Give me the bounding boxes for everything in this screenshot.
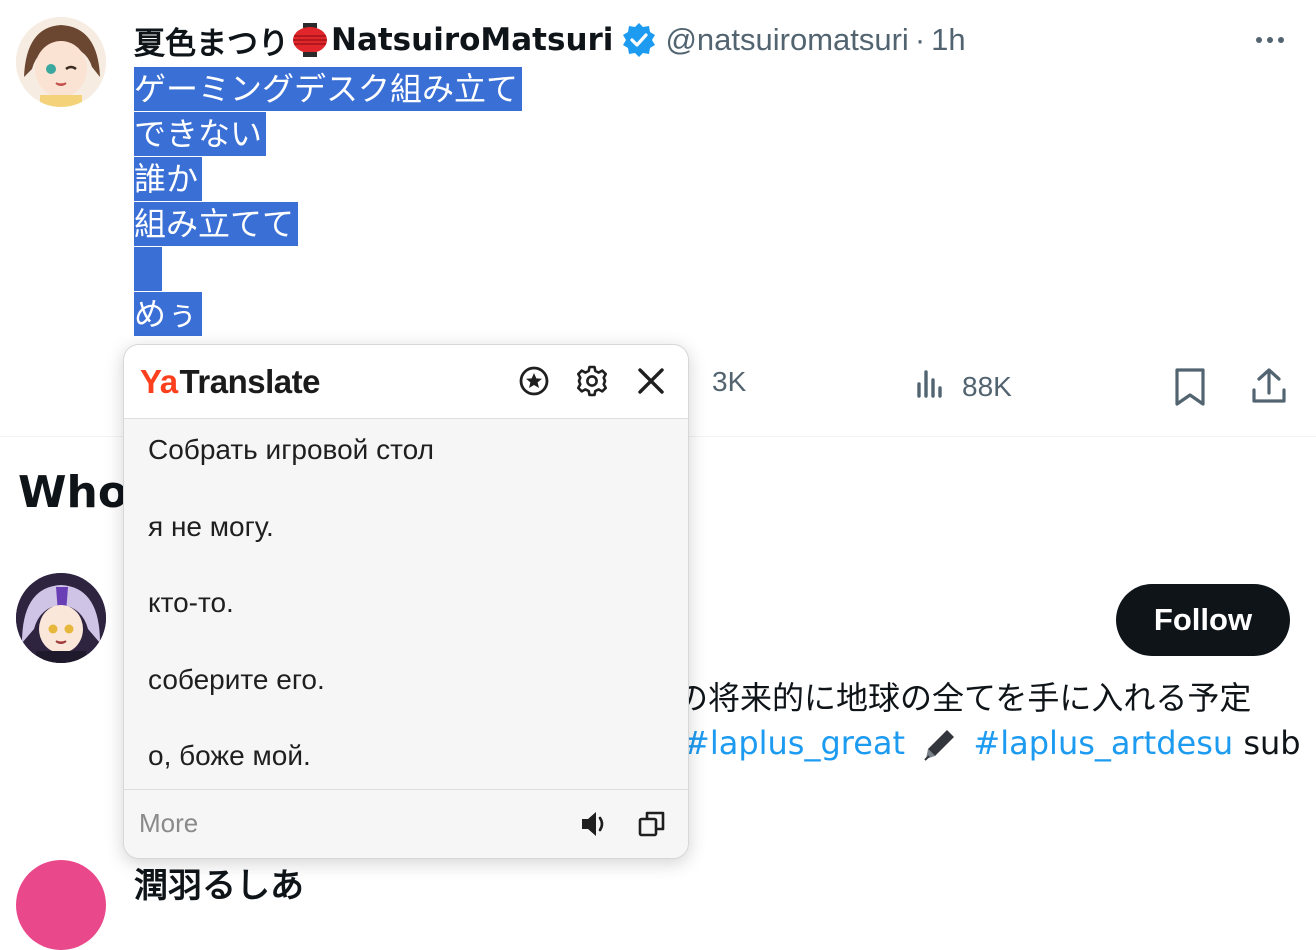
tweet-text-line: できない (134, 112, 267, 156)
translation-line: Собрать игровой стол (148, 434, 434, 465)
author-avatar[interactable] (16, 17, 106, 107)
views-count: 88K (962, 370, 1012, 402)
tweet-text-line: 誰か (134, 157, 203, 201)
logo-ya: Ya (140, 363, 178, 400)
star-icon[interactable] (516, 363, 552, 399)
share-button[interactable] (1250, 366, 1288, 413)
tweet-text-line: めぅ (134, 292, 203, 336)
bio-tail-text: sub (1243, 724, 1301, 762)
translation-line: я не могу. (148, 511, 274, 542)
bookmark-icon (1172, 366, 1208, 415)
more-link[interactable]: More (139, 808, 198, 839)
suggested-user-name-2[interactable]: 潤羽るしあ (134, 858, 304, 907)
suggested-user-avatar-2[interactable] (16, 860, 106, 950)
bio-text: 将来的に地球の全てを手に入れる予定 (708, 679, 1252, 717)
who-to-follow-title: Who (18, 467, 129, 518)
tweet-text-line: ゲーミングデスク組み立て (134, 67, 523, 111)
translate-popup: YaTranslate Собрать игровой стол я не мо… (123, 344, 689, 859)
copy-icon[interactable] (634, 806, 670, 842)
translation-line: соберите его. (148, 664, 325, 695)
gear-icon[interactable] (574, 363, 610, 399)
pen-emoji-icon (921, 727, 957, 763)
tweet-timestamp[interactable]: 1h (931, 22, 965, 58)
bookmark-button[interactable] (1172, 366, 1208, 415)
header-separator: · (914, 22, 926, 57)
author-display-name[interactable]: 夏色まつり (134, 18, 289, 63)
logo-translate-word: Translate (179, 363, 321, 400)
translation-line: о, боже мой. (148, 740, 311, 771)
translate-popup-footer: More (124, 789, 688, 858)
hashtag-link[interactable]: #laplus_artdesu (973, 724, 1233, 762)
hashtag-link[interactable]: #laplus_great (683, 724, 905, 762)
ya-translate-logo[interactable]: YaTranslate (140, 363, 320, 401)
suggested-user-bio-tags: #laplus_great #laplus_artdesu sub (683, 720, 1301, 766)
tweet-text-line: 組み立てて (134, 202, 299, 246)
speaker-icon[interactable] (576, 806, 612, 842)
suggested-user-bio: の将来的に地球の全てを手に入れる予定 (676, 679, 1252, 717)
analytics-icon (914, 366, 948, 407)
translate-popup-header: YaTranslate (124, 345, 688, 419)
tweet-text-line-empty (134, 247, 162, 291)
author-handle[interactable]: @natsuiromatsuri (665, 22, 908, 58)
like-count: 3K (712, 366, 747, 397)
suggested-user-avatar[interactable] (16, 573, 106, 663)
tweet-header: 夏色まつり NatsuiroMatsuri @natsuiromatsuri ·… (134, 18, 966, 62)
follow-button[interactable]: Follow (1116, 584, 1290, 656)
more-options-icon[interactable] (1248, 26, 1292, 54)
share-icon (1250, 366, 1288, 413)
views-action[interactable]: 88K (914, 366, 1012, 407)
close-icon[interactable] (633, 363, 669, 399)
translation-line: кто-то. (148, 587, 234, 618)
author-display-name-latin[interactable]: NatsuiroMatsuri (331, 22, 613, 58)
translation-text: Собрать игровой стол я не могу. кто-то. … (124, 419, 688, 789)
lantern-emoji-icon (291, 21, 329, 59)
verified-badge-icon[interactable] (621, 22, 657, 58)
